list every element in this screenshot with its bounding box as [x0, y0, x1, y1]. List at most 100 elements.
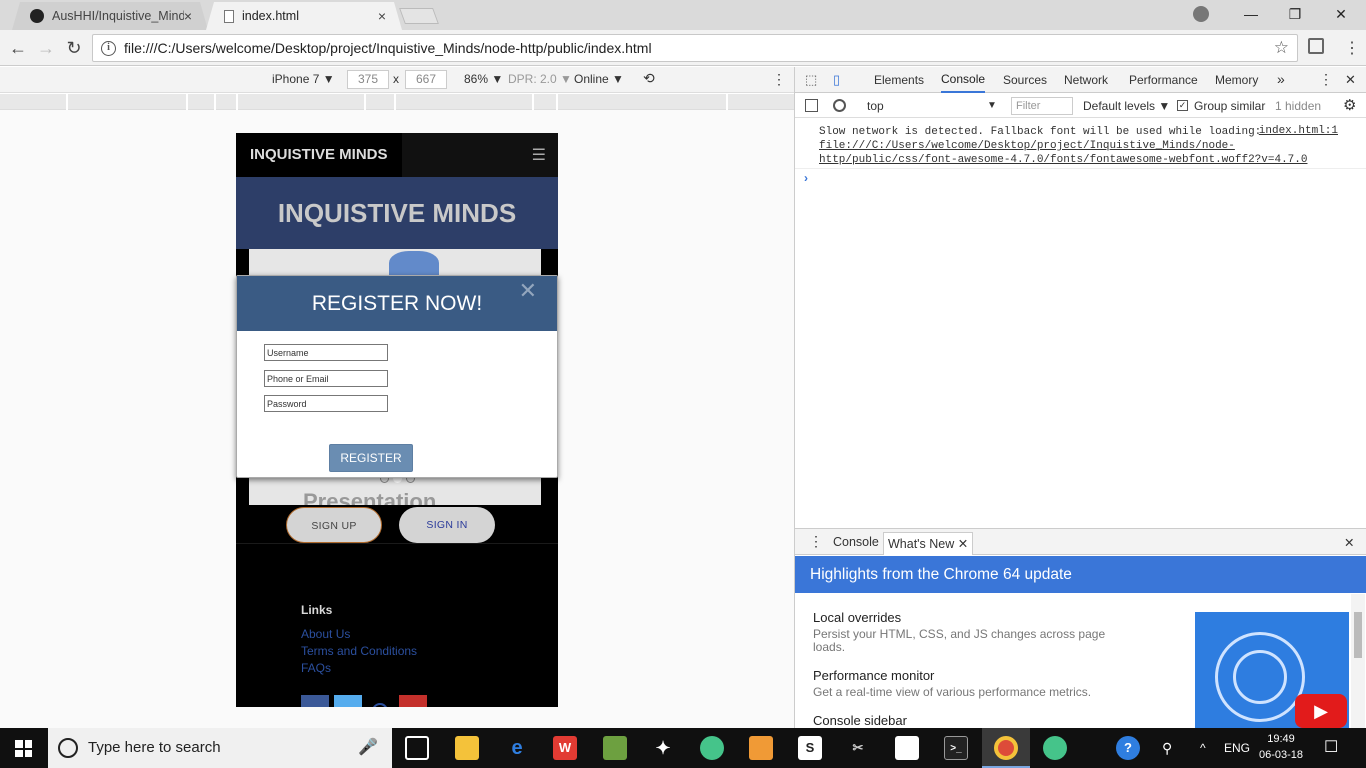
more-options-icon[interactable]: ⋮	[772, 71, 786, 88]
task-view-icon[interactable]	[405, 736, 429, 760]
zoom-select[interactable]: 86% ▼	[464, 72, 503, 86]
console-message-source[interactable]: index.html:1	[1259, 125, 1338, 137]
address-bar[interactable]: i file:///C:/Users/welcome/Desktop/proje…	[92, 34, 1298, 62]
people-icon[interactable]: ⚲	[1162, 728, 1172, 768]
log-levels-select[interactable]: Default levels ▼	[1083, 99, 1170, 113]
terminal-icon[interactable]: >_	[944, 736, 968, 760]
forward-button[interactable]: →	[36, 38, 56, 58]
inspect-element-icon[interactable]: ⬚	[805, 72, 817, 88]
youtube-play-icon[interactable]: ▶	[1295, 694, 1347, 728]
drawer-close-icon[interactable]: ✕	[1344, 535, 1354, 550]
tab-github[interactable]: AusHHI/Inquistive_Minds ×	[12, 2, 208, 30]
whats-new-item[interactable]: Performance monitor Get a real-time view…	[813, 668, 1123, 699]
account-icon[interactable]	[1193, 6, 1209, 22]
tray-chevron-icon[interactable]: ^	[1200, 728, 1206, 768]
username-field[interactable]	[264, 344, 388, 361]
password-field[interactable]	[264, 395, 388, 412]
slides-app-icon[interactable]: S	[798, 736, 822, 760]
tab-performance[interactable]: Performance	[1129, 73, 1198, 87]
notifications-icon[interactable]: ☐	[1324, 728, 1338, 768]
console-divider	[795, 168, 1366, 169]
taskbar-clock[interactable]: 19:49 06-03-18	[1256, 731, 1306, 763]
hamburger-icon[interactable]: ☰	[532, 145, 546, 165]
modal-title: REGISTER NOW!	[237, 276, 557, 331]
minimize-button[interactable]: —	[1228, 0, 1274, 28]
sidebar-toggle-icon[interactable]	[805, 99, 818, 112]
snipping-tool-icon[interactable]: ✂	[846, 736, 870, 760]
tab-elements[interactable]: Elements	[874, 73, 924, 87]
console-settings-icon[interactable]: ⚙	[1343, 96, 1356, 114]
restore-button[interactable]: ❐	[1272, 0, 1318, 28]
network-throttle-select[interactable]: Online ▼	[574, 72, 624, 86]
twitter-icon[interactable]	[334, 695, 362, 707]
chrome-menu-icon[interactable]: ⋮	[1344, 38, 1360, 58]
device-toggle-icon[interactable]: ▯	[833, 72, 840, 88]
sublime-icon[interactable]	[749, 736, 773, 760]
atom-icon-2[interactable]	[1043, 736, 1067, 760]
device-width-input[interactable]: 375	[347, 70, 389, 89]
about-us-link[interactable]: About Us	[301, 627, 417, 641]
sign-in-button[interactable]: SIGN IN	[399, 507, 495, 543]
window-close-button[interactable]: ✕	[1318, 0, 1364, 28]
whats-new-video-thumbnail[interactable]: ▶	[1195, 612, 1349, 728]
device-height-input[interactable]: 667	[405, 70, 447, 89]
wps-icon[interactable]: W	[553, 736, 577, 760]
whats-new-item[interactable]: Local overrides Persist your HTML, CSS, …	[813, 610, 1123, 654]
tab-sources[interactable]: Sources	[1003, 73, 1047, 87]
file-explorer-icon[interactable]	[455, 736, 479, 760]
microphone-icon[interactable]: 🎤	[358, 728, 378, 768]
tab-console[interactable]: Console	[941, 67, 986, 93]
youtube-icon[interactable]	[399, 695, 427, 707]
register-button[interactable]: REGISTER	[329, 444, 413, 472]
tab-memory[interactable]: Memory	[1215, 73, 1258, 87]
device-select[interactable]: iPhone 7 ▼	[272, 72, 335, 86]
windows-start-icon[interactable]	[15, 740, 32, 757]
media-query-ruler[interactable]	[0, 94, 794, 110]
modal-close-icon[interactable]: ✕	[519, 280, 537, 302]
dropbox-icon[interactable]: ✦	[651, 736, 675, 760]
info-icon[interactable]: i	[101, 40, 116, 56]
more-tabs-icon[interactable]: »	[1277, 71, 1285, 87]
mail-icon[interactable]	[895, 736, 919, 760]
instagram-icon[interactable]	[372, 703, 388, 707]
context-select[interactable]: top	[867, 99, 884, 113]
extension-icon[interactable]	[1308, 38, 1324, 54]
clear-console-icon[interactable]	[833, 99, 846, 112]
phone-or-email-field[interactable]	[264, 370, 388, 387]
site-brand[interactable]: INQUISTIVE MINDS	[236, 133, 402, 177]
bookmark-star-icon[interactable]: ☆	[1274, 38, 1289, 58]
new-tab-button[interactable]	[399, 8, 439, 24]
console-prompt[interactable]: ›	[804, 171, 808, 185]
atom-icon[interactable]	[700, 736, 724, 760]
taskbar-search[interactable]: Type here to search 🎤	[48, 728, 392, 768]
facebook-icon[interactable]	[301, 695, 329, 707]
console-message-link[interactable]: file:///C:/Users/welcome/Desktop/project…	[819, 140, 1307, 166]
drawer-tab-close-icon[interactable]: ✕	[958, 537, 968, 551]
chevron-down-icon[interactable]: ▼	[987, 100, 997, 111]
drawer-menu-icon[interactable]: ⋮	[809, 533, 823, 550]
tab-close-icon[interactable]: ×	[184, 8, 192, 24]
language-indicator[interactable]: ENG	[1224, 728, 1250, 768]
whats-new-item[interactable]: Console sidebar	[813, 713, 907, 728]
edge-icon[interactable]: e	[505, 736, 529, 760]
tab-close-icon[interactable]: ×	[378, 8, 386, 24]
drawer-tab-whats-new[interactable]: What's New ✕	[883, 532, 974, 555]
console-filter-input[interactable]: Filter	[1011, 97, 1073, 115]
tab-index-html[interactable]: index.html ×	[206, 2, 402, 30]
dpr-select[interactable]: DPR: 2.0 ▼	[508, 72, 572, 86]
reload-button[interactable]: ↻	[64, 38, 84, 58]
terms-link[interactable]: Terms and Conditions	[301, 644, 417, 658]
rotate-icon[interactable]: ⟲	[643, 70, 655, 87]
sign-up-button[interactable]: SIGN UP	[286, 507, 382, 543]
faqs-link[interactable]: FAQs	[301, 661, 417, 675]
tab-network[interactable]: Network	[1064, 73, 1108, 87]
help-icon[interactable]: ?	[1116, 736, 1140, 760]
devtools-close-icon[interactable]: ✕	[1345, 72, 1356, 88]
drawer-tab-console[interactable]: Console	[833, 535, 879, 549]
evernote-icon[interactable]	[603, 736, 627, 760]
chrome-icon[interactable]	[994, 736, 1018, 760]
drawer-scrollbar-thumb[interactable]	[1354, 612, 1362, 658]
devtools-menu-icon[interactable]: ⋮	[1319, 71, 1333, 88]
back-button[interactable]: ←	[8, 38, 28, 58]
group-similar-checkbox[interactable]: ✓	[1177, 100, 1188, 111]
